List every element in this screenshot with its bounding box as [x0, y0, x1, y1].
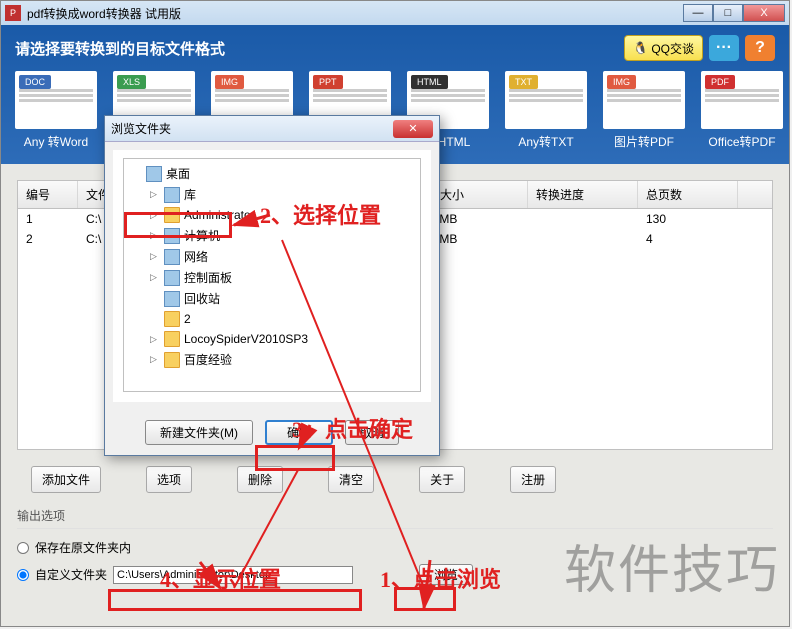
browse-button[interactable]: 浏览 [419, 564, 473, 585]
th-progress[interactable]: 转换进度 [528, 181, 638, 208]
app-icon: P [5, 5, 21, 21]
qq-icon: 🐧 [633, 41, 648, 55]
format-item-6[interactable]: IMG图片转PDF [603, 71, 685, 150]
close-button[interactable]: X [743, 4, 785, 22]
th-id[interactable]: 编号 [18, 181, 78, 208]
tree-item-2[interactable]: ▷Administrator [128, 205, 416, 225]
main-titlebar[interactable]: P pdf转换成word转换器 试用版 — □ X [1, 1, 789, 25]
save-original-radio[interactable] [17, 542, 29, 554]
ok-button[interactable]: 确定 [265, 420, 333, 445]
toolbar: 添加文件 选项 删除 清空 关于 注册 [1, 466, 789, 493]
tree-item-4[interactable]: ▷网络 [128, 246, 416, 267]
folder-tree[interactable]: 桌面▷库▷Administrator▷计算机▷网络▷控制面板回收站2▷Locoy… [123, 158, 421, 392]
save-original-label: 保存在原文件夹内 [35, 539, 131, 556]
tree-item-3[interactable]: ▷计算机 [128, 225, 416, 246]
dialog-titlebar[interactable]: 浏览文件夹 ✕ [105, 116, 439, 142]
header-title: 请选择要转换到的目标文件格式 [15, 38, 225, 59]
options-button[interactable]: 选项 [146, 466, 192, 493]
help-icon-button[interactable]: ? [745, 35, 775, 61]
tree-item-6[interactable]: 回收站 [128, 288, 416, 309]
custom-folder-label: 自定义文件夹 [35, 566, 107, 583]
format-item-5[interactable]: TXTAny转TXT [505, 71, 587, 150]
cancel-button[interactable]: 取消 [345, 420, 399, 445]
output-title: 输出选项 [17, 507, 773, 529]
window-title: pdf转换成word转换器 试用版 [27, 5, 683, 22]
tree-item-5[interactable]: ▷控制面板 [128, 267, 416, 288]
dialog-close-button[interactable]: ✕ [393, 120, 433, 138]
delete-button[interactable]: 删除 [237, 466, 283, 493]
output-path-input[interactable] [113, 566, 353, 584]
add-file-button[interactable]: 添加文件 [31, 466, 101, 493]
format-item-0[interactable]: DOCAny 转Word [15, 71, 97, 150]
tree-item-0[interactable]: 桌面 [128, 163, 416, 184]
tree-item-1[interactable]: ▷库 [128, 184, 416, 205]
tree-item-8[interactable]: ▷LocoySpiderV2010SP3 [128, 329, 416, 349]
tree-item-9[interactable]: ▷百度经验 [128, 349, 416, 370]
clear-button[interactable]: 清空 [328, 466, 374, 493]
dialog-title: 浏览文件夹 [111, 120, 171, 137]
tree-item-7[interactable]: 2 [128, 309, 416, 329]
browse-folder-dialog: 浏览文件夹 ✕ 桌面▷库▷Administrator▷计算机▷网络▷控制面板回收… [104, 115, 440, 456]
custom-folder-radio[interactable] [17, 569, 29, 581]
about-button[interactable]: 关于 [419, 466, 465, 493]
format-item-7[interactable]: PDFOffice转PDF [701, 71, 783, 150]
maximize-button[interactable]: □ [713, 4, 743, 22]
qq-label: QQ交谈 [651, 40, 694, 57]
new-folder-button[interactable]: 新建文件夹(M) [145, 420, 253, 445]
minimize-button[interactable]: — [683, 4, 713, 22]
output-section: 输出选项 保存在原文件夹内 自定义文件夹 浏览 [17, 507, 773, 585]
chat-icon-button[interactable]: ··· [709, 35, 739, 61]
qq-chat-button[interactable]: 🐧 QQ交谈 [624, 35, 703, 61]
register-button[interactable]: 注册 [510, 466, 556, 493]
th-pages[interactable]: 总页数 [638, 181, 738, 208]
